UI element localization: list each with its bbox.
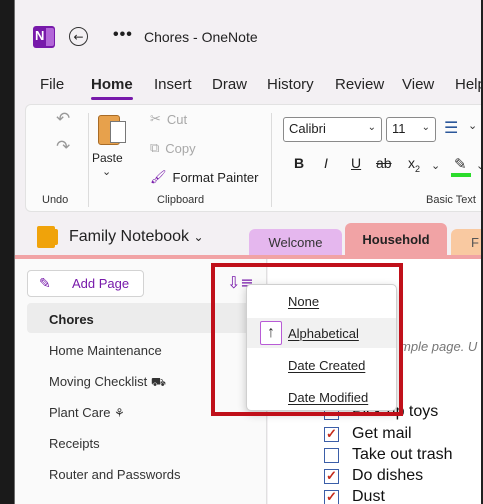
format-painter-button[interactable]: 🖌 Format Painter <box>150 169 259 185</box>
task-item[interactable]: ✓ Dust <box>324 488 385 504</box>
page-item-chores[interactable]: Chores <box>49 312 94 327</box>
group-label-undo: Undo <box>42 194 69 206</box>
font-name-combobox[interactable]: Calibri ⌄ <box>283 117 382 142</box>
italic-button[interactable]: I <box>324 155 328 171</box>
checkbox-unchecked[interactable] <box>324 447 339 463</box>
checkbox-checked[interactable]: ✓ <box>324 468 339 484</box>
notebook-selector[interactable]: Family Notebook ⌄ <box>69 228 204 246</box>
page-body-text: mple page. U <box>400 339 478 354</box>
chevron-down-icon: ⌄ <box>367 122 376 133</box>
ribbon: ↶ ↷ Undo Paste ⌄ ✂ Cut ⧉ Copy 🖌 Format P… <box>25 104 483 212</box>
window-title: Chores - OneNote <box>144 29 258 45</box>
chevron-down-icon: ⌄ <box>421 122 430 133</box>
copy-icon: ⧉ <box>150 140 160 155</box>
tab-insert[interactable]: Insert <box>154 76 192 93</box>
chevron-down-icon[interactable]: ⌄ <box>431 159 440 172</box>
section-tab-f[interactable]: F <box>451 229 483 257</box>
more-options-button[interactable]: ••• <box>113 26 133 44</box>
title-bar: N ← ••• Chores - OneNote <box>15 0 483 70</box>
ribbon-tabs: File Home Insert Draw History Review Vie… <box>15 74 483 100</box>
task-item[interactable]: ✓ Do dishes <box>324 467 423 485</box>
strikethrough-button[interactable]: ab <box>376 155 392 171</box>
compose-icon: ✎ <box>39 275 51 291</box>
task-item[interactable]: Take out trash <box>324 446 453 464</box>
tab-draw[interactable]: Draw <box>212 76 247 93</box>
onenote-logo-icon: N <box>33 26 55 48</box>
divider <box>88 113 89 207</box>
tab-review[interactable]: Review <box>335 76 384 93</box>
section-tab-welcome[interactable]: Welcome <box>249 229 342 257</box>
window-title-app: OneNote <box>201 29 258 45</box>
divider <box>271 113 272 207</box>
subscript-button[interactable]: x2 <box>408 155 420 174</box>
bullet-list-icon[interactable]: ☰ <box>444 118 458 137</box>
page-item-router-and-passwords[interactable]: Router and Passwords <box>49 467 181 482</box>
paste-button[interactable]: Paste <box>92 151 123 165</box>
tab-file[interactable]: File <box>40 76 64 93</box>
back-button[interactable]: ← <box>69 27 88 46</box>
page-item-receipts[interactable]: Receipts <box>49 436 100 451</box>
onenote-window: N ← ••• Chores - OneNote File Home Inser… <box>14 0 483 504</box>
truck-icon: ⛟ <box>150 375 166 389</box>
annotation-highlight-box <box>211 263 403 416</box>
section-tab-household[interactable]: Household <box>345 223 447 257</box>
checkbox-checked[interactable]: ✓ <box>324 489 339 504</box>
tab-view[interactable]: View <box>402 76 434 93</box>
group-label-basic-text: Basic Text <box>426 194 476 206</box>
copy-button[interactable]: ⧉ Copy <box>150 140 196 156</box>
scissors-icon: ✂ <box>150 111 161 126</box>
add-page-button[interactable]: ✎ Add Page <box>27 270 144 297</box>
page-item-home-maintenance[interactable]: Home Maintenance <box>49 343 162 358</box>
chevron-down-icon[interactable]: ⌄ <box>468 119 477 132</box>
paste-chevron-down-icon[interactable]: ⌄ <box>102 165 111 178</box>
paintbrush-icon: 🖌 <box>150 169 167 184</box>
chevron-down-icon: ⌄ <box>193 230 204 244</box>
cut-button[interactable]: ✂ Cut <box>150 111 187 127</box>
underline-button[interactable]: U <box>351 155 361 171</box>
paste-paper-icon <box>110 121 126 143</box>
window-title-page: Chores <box>144 29 190 45</box>
tab-home[interactable]: Home <box>91 76 133 100</box>
redo-icon[interactable]: ↷ <box>56 137 70 157</box>
undo-icon[interactable]: ↶ <box>56 109 70 129</box>
page-item-moving-checklist[interactable]: Moving Checklist ⛟ <box>49 374 166 391</box>
font-size-combobox[interactable]: 11 ⌄ <box>386 117 436 142</box>
checkbox-checked[interactable]: ✓ <box>324 426 339 442</box>
tab-help[interactable]: Help <box>455 76 483 93</box>
seedling-icon: ⚘ <box>114 406 125 420</box>
group-label-clipboard: Clipboard <box>157 194 205 206</box>
notebook-icon <box>37 226 58 248</box>
arrow-left-icon: ← <box>73 29 84 44</box>
bold-button[interactable]: B <box>294 155 304 171</box>
page-item-plant-care[interactable]: Plant Care ⚘ <box>49 405 125 420</box>
highlighter-icon[interactable]: ✎ <box>450 155 472 179</box>
task-item[interactable]: ✓ Get mail <box>324 425 412 443</box>
tab-history[interactable]: History <box>267 76 314 93</box>
